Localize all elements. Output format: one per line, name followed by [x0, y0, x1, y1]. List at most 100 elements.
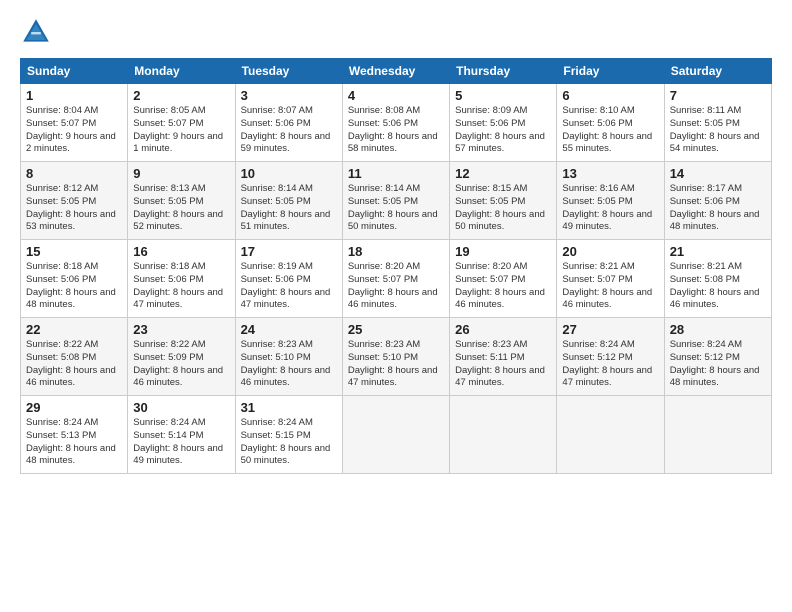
calendar-cell: 3 Sunrise: 8:07 AMSunset: 5:06 PMDaylight…	[235, 84, 342, 162]
day-number: 8	[26, 166, 122, 181]
calendar-cell	[450, 396, 557, 474]
calendar-cell: 27 Sunrise: 8:24 AMSunset: 5:12 PMDayligh…	[557, 318, 664, 396]
calendar-cell: 17Sunrise: 8:19 AMSunset: 5:06 PMDayligh…	[235, 240, 342, 318]
day-number: 19	[455, 244, 551, 259]
day-number: 27	[562, 322, 658, 337]
calendar-body: 1 Sunrise: 8:04 AMSunset: 5:07 PMDaylight…	[21, 84, 772, 474]
day-detail: Sunrise: 8:11 AMSunset: 5:05 PMDaylight:…	[670, 105, 766, 156]
day-number: 14	[670, 166, 766, 181]
calendar-cell: 21 Sunrise: 8:21 AMSunset: 5:08 PMDayligh…	[664, 240, 771, 318]
day-of-week-header: Wednesday	[342, 59, 449, 84]
day-number: 24	[241, 322, 337, 337]
day-number: 28	[670, 322, 766, 337]
day-number: 6	[562, 88, 658, 103]
day-number: 3	[241, 88, 337, 103]
calendar-cell: 13Sunrise: 8:16 AMSunset: 5:05 PMDayligh…	[557, 162, 664, 240]
calendar-table: SundayMondayTuesdayWednesdayThursdayFrid…	[20, 58, 772, 474]
day-detail: Sunrise: 8:22 AMSunset: 5:08 PMDaylight:…	[26, 339, 122, 390]
calendar-week-row: 15 Sunrise: 8:18 AMSunset: 5:06 PMDayligh…	[21, 240, 772, 318]
day-number: 30	[133, 400, 229, 415]
calendar-cell: 4 Sunrise: 8:08 AMSunset: 5:06 PMDaylight…	[342, 84, 449, 162]
calendar-cell: 16Sunrise: 8:18 AMSunset: 5:06 PMDayligh…	[128, 240, 235, 318]
day-of-week-header: Friday	[557, 59, 664, 84]
calendar-cell: 24 Sunrise: 8:23 AMSunset: 5:10 PMDayligh…	[235, 318, 342, 396]
day-detail: Sunrise: 8:04 AMSunset: 5:07 PMDaylight:…	[26, 105, 122, 156]
calendar-cell: 1 Sunrise: 8:04 AMSunset: 5:07 PMDaylight…	[21, 84, 128, 162]
day-number: 15	[26, 244, 122, 259]
day-of-week-header: Thursday	[450, 59, 557, 84]
day-detail: Sunrise: 8:16 AMSunset: 5:05 PMDaylight:…	[562, 183, 658, 234]
calendar-cell: 23 Sunrise: 8:22 AMSunset: 5:09 PMDayligh…	[128, 318, 235, 396]
calendar-cell: 8 Sunrise: 8:12 AMSunset: 5:05 PMDaylight…	[21, 162, 128, 240]
calendar-cell: 6 Sunrise: 8:10 AMSunset: 5:06 PMDaylight…	[557, 84, 664, 162]
calendar-cell: 5Sunrise: 8:09 AMSunset: 5:06 PMDaylight…	[450, 84, 557, 162]
day-detail: Sunrise: 8:17 AMSunset: 5:06 PMDaylight:…	[670, 183, 766, 234]
calendar-cell: 22 Sunrise: 8:22 AMSunset: 5:08 PMDayligh…	[21, 318, 128, 396]
calendar-cell	[664, 396, 771, 474]
calendar-cell: 15 Sunrise: 8:18 AMSunset: 5:06 PMDayligh…	[21, 240, 128, 318]
day-detail: Sunrise: 8:20 AMSunset: 5:07 PMDaylight:…	[455, 261, 551, 312]
day-detail: Sunrise: 8:08 AMSunset: 5:06 PMDaylight:…	[348, 105, 444, 156]
day-number: 4	[348, 88, 444, 103]
day-header-row: SundayMondayTuesdayWednesdayThursdayFrid…	[21, 59, 772, 84]
day-detail: Sunrise: 8:21 AMSunset: 5:07 PMDaylight:…	[562, 261, 658, 312]
day-number: 12	[455, 166, 551, 181]
calendar-week-row: 1 Sunrise: 8:04 AMSunset: 5:07 PMDaylight…	[21, 84, 772, 162]
day-of-week-header: Tuesday	[235, 59, 342, 84]
calendar-week-row: 29Sunrise: 8:24 AMSunset: 5:13 PMDayligh…	[21, 396, 772, 474]
day-detail: Sunrise: 8:23 AMSunset: 5:10 PMDaylight:…	[348, 339, 444, 390]
day-of-week-header: Saturday	[664, 59, 771, 84]
day-number: 17	[241, 244, 337, 259]
day-number: 18	[348, 244, 444, 259]
header	[20, 16, 772, 48]
day-detail: Sunrise: 8:24 AMSunset: 5:14 PMDaylight:…	[133, 417, 229, 468]
day-number: 21	[670, 244, 766, 259]
logo-icon	[20, 16, 52, 48]
calendar-cell: 7 Sunrise: 8:11 AMSunset: 5:05 PMDaylight…	[664, 84, 771, 162]
calendar-cell: 19 Sunrise: 8:20 AMSunset: 5:07 PMDayligh…	[450, 240, 557, 318]
day-detail: Sunrise: 8:24 AMSunset: 5:13 PMDaylight:…	[26, 417, 122, 468]
day-of-week-header: Monday	[128, 59, 235, 84]
calendar-cell	[557, 396, 664, 474]
calendar-cell: 12Sunrise: 8:15 AMSunset: 5:05 PMDayligh…	[450, 162, 557, 240]
day-detail: Sunrise: 8:07 AMSunset: 5:06 PMDaylight:…	[241, 105, 337, 156]
day-number: 1	[26, 88, 122, 103]
day-detail: Sunrise: 8:09 AMSunset: 5:06 PMDaylight:…	[455, 105, 551, 156]
calendar-cell: 11 Sunrise: 8:14 AMSunset: 5:05 PMDayligh…	[342, 162, 449, 240]
day-detail: Sunrise: 8:20 AMSunset: 5:07 PMDaylight:…	[348, 261, 444, 312]
day-detail: Sunrise: 8:14 AMSunset: 5:05 PMDaylight:…	[241, 183, 337, 234]
day-number: 23	[133, 322, 229, 337]
day-detail: Sunrise: 8:23 AMSunset: 5:10 PMDaylight:…	[241, 339, 337, 390]
day-detail: Sunrise: 8:13 AMSunset: 5:05 PMDaylight:…	[133, 183, 229, 234]
day-detail: Sunrise: 8:18 AMSunset: 5:06 PMDaylight:…	[133, 261, 229, 312]
day-detail: Sunrise: 8:22 AMSunset: 5:09 PMDaylight:…	[133, 339, 229, 390]
calendar-week-row: 22 Sunrise: 8:22 AMSunset: 5:08 PMDayligh…	[21, 318, 772, 396]
day-number: 25	[348, 322, 444, 337]
calendar-cell: 29Sunrise: 8:24 AMSunset: 5:13 PMDayligh…	[21, 396, 128, 474]
day-detail: Sunrise: 8:12 AMSunset: 5:05 PMDaylight:…	[26, 183, 122, 234]
day-detail: Sunrise: 8:18 AMSunset: 5:06 PMDaylight:…	[26, 261, 122, 312]
calendar-cell: 14 Sunrise: 8:17 AMSunset: 5:06 PMDayligh…	[664, 162, 771, 240]
day-detail: Sunrise: 8:23 AMSunset: 5:11 PMDaylight:…	[455, 339, 551, 390]
calendar-week-row: 8 Sunrise: 8:12 AMSunset: 5:05 PMDaylight…	[21, 162, 772, 240]
day-number: 2	[133, 88, 229, 103]
day-detail: Sunrise: 8:05 AMSunset: 5:07 PMDaylight:…	[133, 105, 229, 156]
day-detail: Sunrise: 8:10 AMSunset: 5:06 PMDaylight:…	[562, 105, 658, 156]
page: SundayMondayTuesdayWednesdayThursdayFrid…	[0, 0, 792, 612]
calendar-cell: 26 Sunrise: 8:23 AMSunset: 5:11 PMDayligh…	[450, 318, 557, 396]
calendar-cell: 28Sunrise: 8:24 AMSunset: 5:12 PMDayligh…	[664, 318, 771, 396]
logo	[20, 16, 58, 48]
day-number: 26	[455, 322, 551, 337]
day-number: 31	[241, 400, 337, 415]
day-number: 22	[26, 322, 122, 337]
day-detail: Sunrise: 8:24 AMSunset: 5:12 PMDaylight:…	[562, 339, 658, 390]
day-number: 7	[670, 88, 766, 103]
calendar-cell: 25 Sunrise: 8:23 AMSunset: 5:10 PMDayligh…	[342, 318, 449, 396]
calendar-cell: 9Sunrise: 8:13 AMSunset: 5:05 PMDaylight…	[128, 162, 235, 240]
calendar-cell: 10Sunrise: 8:14 AMSunset: 5:05 PMDayligh…	[235, 162, 342, 240]
day-number: 11	[348, 166, 444, 181]
day-detail: Sunrise: 8:14 AMSunset: 5:05 PMDaylight:…	[348, 183, 444, 234]
day-detail: Sunrise: 8:21 AMSunset: 5:08 PMDaylight:…	[670, 261, 766, 312]
day-detail: Sunrise: 8:24 AMSunset: 5:15 PMDaylight:…	[241, 417, 337, 468]
calendar-cell: 31 Sunrise: 8:24 AMSunset: 5:15 PMDayligh…	[235, 396, 342, 474]
